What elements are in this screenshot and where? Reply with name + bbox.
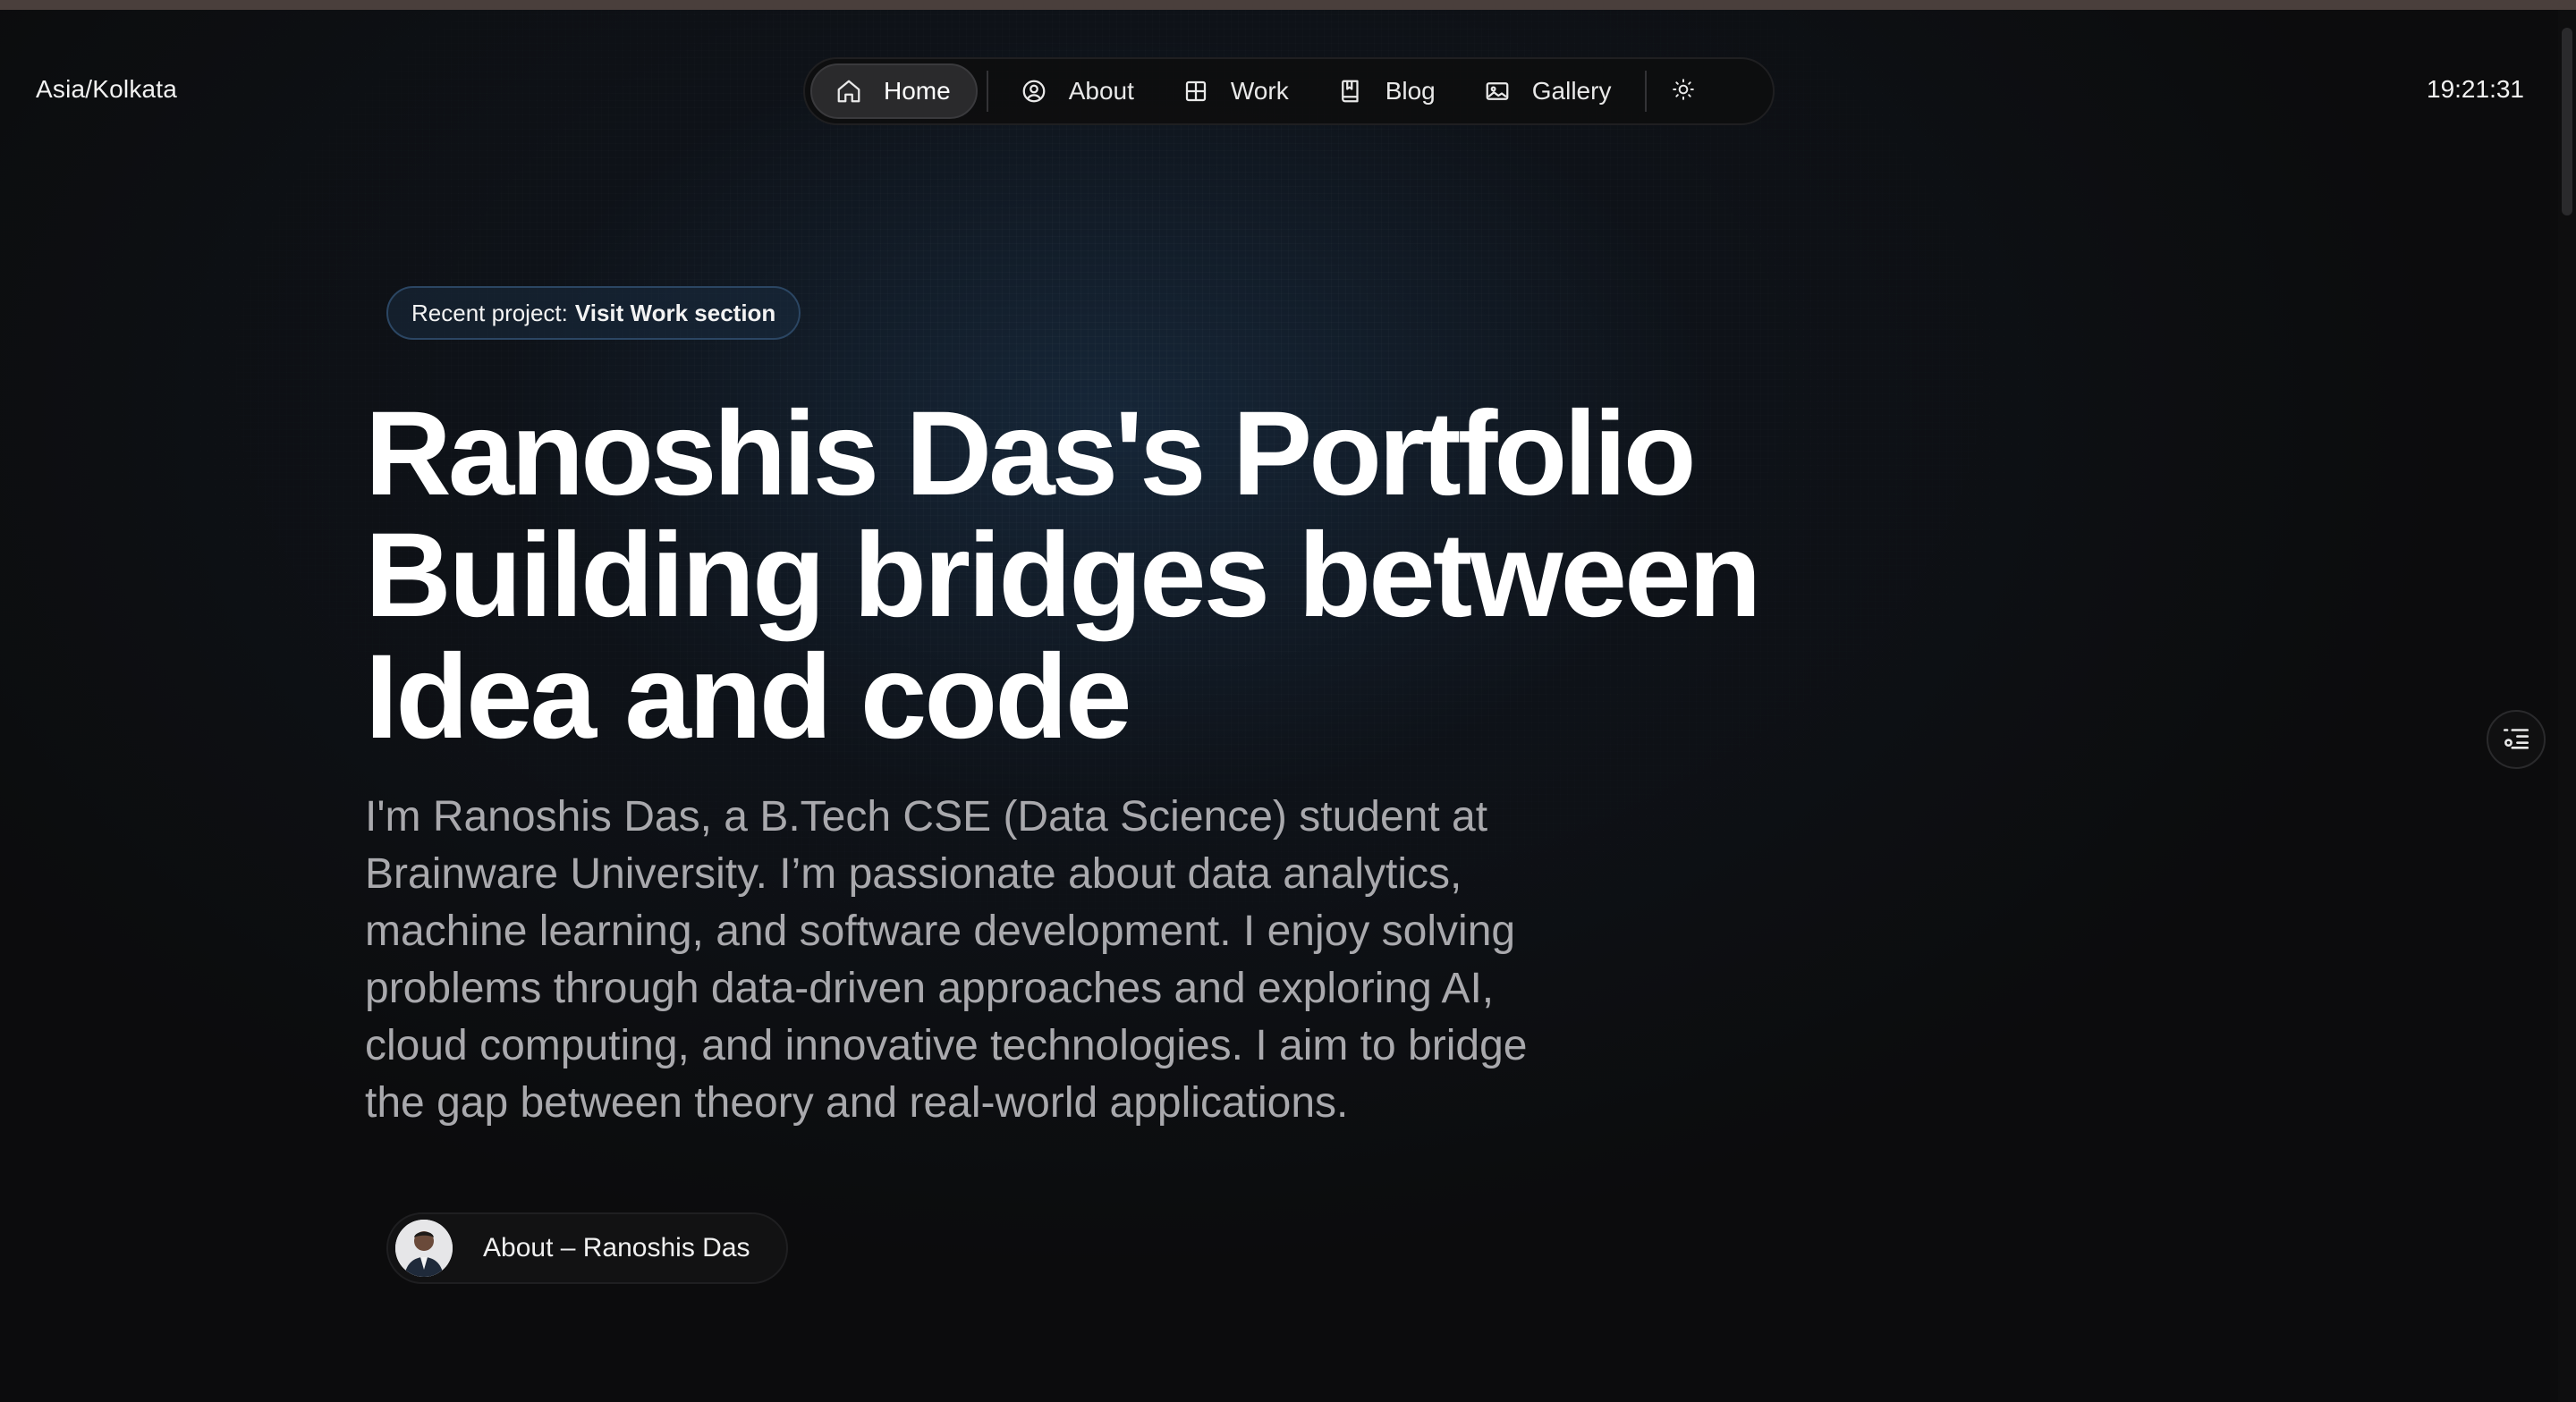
- sun-icon: [1672, 78, 1695, 106]
- nav-item-gallery[interactable]: Gallery: [1461, 63, 1637, 119]
- nav-item-label: Gallery: [1531, 77, 1612, 105]
- page: Asia/Kolkata 19:21:31 Home About Work Bl…: [0, 0, 2576, 1402]
- scrollbar[interactable]: [2558, 10, 2576, 1402]
- nav-item-label: Home: [884, 77, 951, 105]
- badge-prefix: Recent project:: [411, 299, 568, 326]
- home-icon: [835, 78, 862, 105]
- nav-item-blog[interactable]: Blog: [1314, 63, 1461, 119]
- nav-item-label: About: [1068, 77, 1134, 105]
- nav-divider: [986, 71, 988, 112]
- page-title: Ranoshis Das's Portfolio Building bridge…: [365, 393, 1761, 758]
- about-button-label: About – Ranoshis Das: [483, 1233, 750, 1263]
- nav-item-work[interactable]: Work: [1159, 63, 1314, 119]
- theme-toggle-button[interactable]: [1656, 63, 1711, 119]
- recent-project-badge[interactable]: Recent project: Visit Work section: [386, 286, 801, 340]
- image-icon: [1484, 78, 1511, 105]
- main-nav: Home About Work Blog Gallery: [803, 57, 1775, 125]
- timezone-label: Asia/Kolkata: [36, 75, 178, 103]
- nav-divider: [1645, 71, 1648, 112]
- user-circle-icon: [1021, 78, 1047, 105]
- table-of-contents-button[interactable]: [2487, 710, 2546, 769]
- clock: 19:21:31: [2427, 75, 2524, 103]
- nav-item-label: Blog: [1385, 77, 1436, 105]
- nav-item-about[interactable]: About: [997, 63, 1159, 119]
- avatar: [395, 1220, 453, 1277]
- table-of-contents-icon: [2501, 722, 2531, 757]
- about-button[interactable]: About – Ranoshis Das: [386, 1212, 788, 1284]
- badge-link[interactable]: Visit Work section: [575, 300, 775, 327]
- hero-description: I'm Ranoshis Das, a B.Tech CSE (Data Sci…: [365, 793, 1528, 1127]
- grid-icon: [1182, 78, 1209, 105]
- headline-regular: Building bridges between Idea and code: [365, 509, 1761, 764]
- nav-item-home[interactable]: Home: [810, 63, 978, 119]
- book-icon: [1337, 78, 1364, 105]
- scrollbar-thumb[interactable]: [2562, 28, 2572, 215]
- nav-item-label: Work: [1230, 77, 1289, 105]
- headline-bold: Ranoshis Das's Portfolio: [365, 387, 1697, 520]
- browser-top-strip: [0, 0, 2576, 10]
